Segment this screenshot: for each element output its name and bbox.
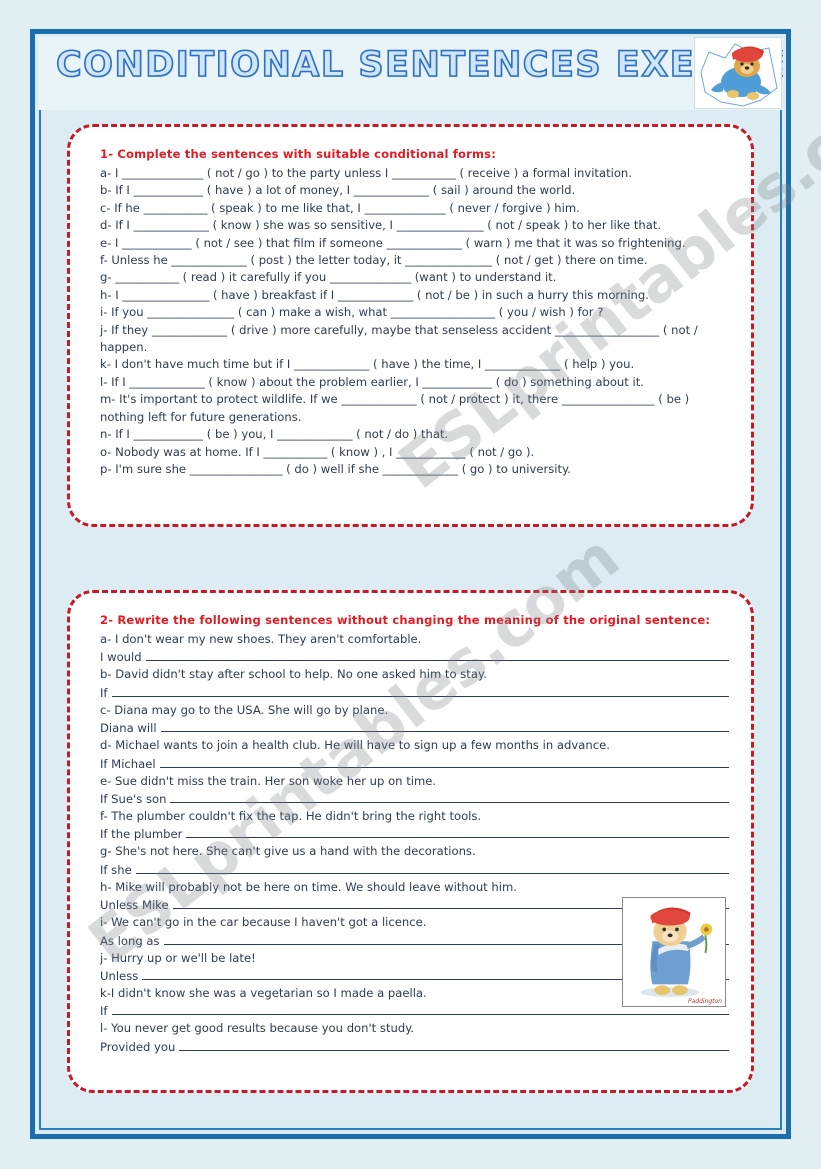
answer-blank[interactable] bbox=[186, 826, 729, 839]
exercise-2-prompt: b- David didn't stay after school to hel… bbox=[100, 667, 487, 682]
exercise-1-item: k- I don't have much time but if I _____… bbox=[100, 357, 635, 372]
answer-stem: If the plumber bbox=[100, 827, 183, 842]
exercise-1-item: b- If I ____________ ( have ) a lot of m… bbox=[100, 183, 576, 198]
exercise-2-heading: 2- Rewrite the following sentences witho… bbox=[100, 613, 711, 627]
answer-stem: Unless bbox=[100, 969, 139, 984]
exercise-1-item: m- It's important to protect wildlife. I… bbox=[100, 392, 693, 424]
exercise-2-answer-line[interactable]: If she bbox=[100, 861, 729, 879]
answer-blank[interactable] bbox=[159, 756, 729, 768]
exercise-2-answer-line[interactable]: Provided you bbox=[100, 1038, 729, 1056]
exercise-1-item: a- I ______________ ( not / go ) to the … bbox=[100, 166, 632, 180]
paddington-bear-flower-image: Paddington bbox=[622, 897, 726, 1007]
title-band: CONDITIONAL SENTENCES EXERCISES bbox=[38, 37, 783, 110]
answer-blank[interactable] bbox=[145, 649, 729, 662]
exercise-1-item: c- If he ___________ ( speak ) to me lik… bbox=[100, 200, 580, 215]
answer-blank[interactable] bbox=[179, 1039, 729, 1051]
page-title: CONDITIONAL SENTENCES EXERCISES bbox=[55, 44, 783, 86]
exercise-1-item: h- I _______________ ( have ) breakfast … bbox=[100, 287, 649, 302]
exercise-1-item: g- ___________ ( read ) it carefully if … bbox=[100, 270, 557, 285]
exercise-2-prompt: d- Michael wants to join a health club. … bbox=[100, 738, 610, 753]
answer-blank[interactable] bbox=[170, 791, 729, 804]
exercise-2-prompt: l- You never get good results because yo… bbox=[100, 1021, 415, 1036]
exercise-1-item: l- If I _____________ ( know ) about the… bbox=[100, 374, 644, 389]
answer-stem: Provided you bbox=[100, 1039, 176, 1054]
exercise-1-item: i- If you _______________ ( can ) make a… bbox=[100, 305, 604, 320]
paddington-bear-flower-icon bbox=[623, 898, 725, 1006]
answer-blank[interactable] bbox=[160, 720, 729, 733]
answer-stem: As long as bbox=[100, 933, 160, 948]
answer-stem: Diana will bbox=[100, 721, 157, 736]
answer-stem: If Michael bbox=[100, 756, 156, 771]
answer-blank[interactable] bbox=[135, 862, 729, 874]
exercise-1-item: j- If they _____________ ( drive ) more … bbox=[100, 322, 702, 355]
exercise-1-item: p- I'm sure she ________________ ( do ) … bbox=[100, 461, 571, 476]
exercise-2-box: 2- Rewrite the following sentences witho… bbox=[67, 590, 754, 1093]
answer-stem: If she bbox=[100, 862, 132, 877]
exercise-2-prompt: g- She's not here. She can't give us a h… bbox=[100, 844, 476, 859]
worksheet-page: CONDITIONAL SENTENCES EXERCISES 1- Compl… bbox=[0, 0, 821, 1169]
exercise-2-answer-line[interactable]: If the plumber bbox=[100, 825, 729, 843]
exercise-2-answer-line[interactable]: I would bbox=[100, 648, 729, 666]
answer-stem: If Sue's son bbox=[100, 792, 167, 807]
exercise-2-answer-line[interactable]: Diana will bbox=[100, 719, 729, 737]
answer-stem: Unless Mike bbox=[100, 898, 169, 913]
paddington-bear-jumping-image bbox=[694, 37, 782, 109]
exercise-2-answer-line[interactable]: If Sue's son bbox=[100, 790, 729, 808]
exercise-1-item: d- If I _____________ ( know ) she was s… bbox=[100, 218, 662, 233]
answer-stem: I would bbox=[100, 650, 142, 665]
paddington-bear-jumping-icon bbox=[700, 43, 778, 107]
image-caption: Paddington bbox=[687, 998, 722, 1005]
exercise-1-item: n- If I ____________ ( be ) you, I _____… bbox=[100, 427, 449, 442]
exercise-2-answer-line[interactable]: If bbox=[100, 684, 729, 702]
answer-blank[interactable] bbox=[111, 685, 729, 697]
exercise-2-prompt: a- I don't wear my new shoes. They aren'… bbox=[100, 632, 422, 646]
answer-stem: If bbox=[100, 1004, 108, 1019]
exercise-2-prompt: h- Mike will probably not be here on tim… bbox=[100, 879, 517, 894]
exercise-1-item: o- Nobody was at home. If I ___________ … bbox=[100, 444, 535, 459]
exercise-2-answer-line[interactable]: If Michael bbox=[100, 755, 729, 773]
exercise-1-content: 1- Complete the sentences with suitable … bbox=[100, 147, 729, 478]
exercise-2-prompt: e- Sue didn't miss the train. Her son wo… bbox=[100, 773, 437, 788]
exercise-1-box: 1- Complete the sentences with suitable … bbox=[67, 124, 754, 527]
exercise-1-heading: 1- Complete the sentences with suitable … bbox=[100, 147, 497, 161]
answer-stem: If bbox=[100, 685, 108, 700]
exercise-1-item: e- I ____________ ( not / see ) that fil… bbox=[100, 235, 686, 250]
exercise-2-prompt: f- The plumber couldn't fix the tap. He … bbox=[100, 809, 482, 824]
exercise-1-item: f- Unless he _____________ ( post ) the … bbox=[100, 253, 648, 268]
exercise-2-prompt: c- Diana may go to the USA. She will go … bbox=[100, 702, 389, 717]
